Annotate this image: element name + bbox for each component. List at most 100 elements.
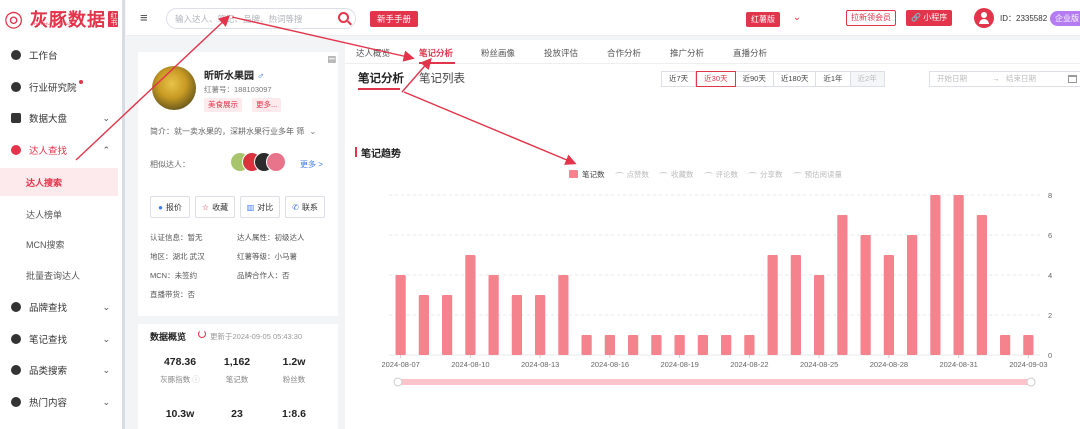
sidebar-item-data-dashboard[interactable]: 数据大盘 ⌄	[0, 103, 124, 133]
bar[interactable]	[581, 335, 592, 355]
search-icon[interactable]	[338, 12, 349, 23]
sidebar-item-industry-research[interactable]: 行业研究院	[0, 72, 124, 102]
bar[interactable]	[558, 275, 569, 355]
bar[interactable]	[465, 255, 476, 355]
bar[interactable]	[628, 335, 639, 355]
mini-program-button[interactable]: 🔗 小程序	[906, 10, 953, 26]
menu-toggle-icon[interactable]: ≡	[140, 11, 148, 24]
newbie-guide-button[interactable]: 新手手册	[370, 11, 419, 27]
global-search[interactable]	[166, 8, 356, 29]
bar[interactable]	[418, 295, 429, 355]
info-icon[interactable]: ⓘ	[192, 375, 200, 384]
chevron-down-icon[interactable]: ⌄	[309, 127, 316, 136]
influencer-intro[interactable]: 简介：就一卖水果的，深耕水果行业多年 筛 ⌄	[150, 126, 316, 137]
tab-promotion[interactable]: 推广分析	[670, 47, 704, 59]
sidebar-item-brand-search[interactable]: 品牌查找 ⌄	[0, 292, 124, 322]
tab-note-analysis[interactable]: 笔记分析	[419, 47, 453, 59]
range-7d[interactable]: 近7天	[661, 71, 697, 87]
range-30d[interactable]: 近30天	[696, 71, 736, 87]
bar[interactable]	[860, 235, 871, 355]
bar[interactable]	[837, 215, 848, 355]
sidebar-subitem-batch-query[interactable]: 批量查询达人	[0, 261, 118, 289]
tab-cooperation[interactable]: 合作分析	[607, 47, 641, 59]
tab-fans-profile[interactable]: 粉丝画像	[481, 47, 515, 59]
tab-delivery-eval[interactable]: 投放评估	[544, 47, 578, 59]
sidebar-item-note-search[interactable]: 笔记查找 ⌄	[0, 324, 124, 354]
legend-label: 预估阅读量	[804, 169, 843, 179]
bar[interactable]	[674, 335, 685, 355]
contact-button[interactable]: ✆ 联系	[285, 196, 325, 218]
bar[interactable]	[604, 335, 615, 355]
analysis-panel: 达人概览 笔记分析 粉丝画像 投放评估 合作分析 推广分析 直播分析 笔记分析 …	[345, 40, 1080, 429]
compare-button[interactable]: ▥ 对比	[240, 196, 280, 218]
start-date-input[interactable]: 开始日期	[937, 72, 967, 86]
bar[interactable]	[511, 295, 522, 355]
sidebar-item-hot-content[interactable]: 热门内容 ⌄	[0, 387, 124, 417]
end-date-input[interactable]: 结束日期	[1006, 72, 1036, 86]
sidebar-item-workbench[interactable]: 工作台	[0, 40, 124, 70]
bar[interactable]	[697, 335, 708, 355]
calendar-icon[interactable]	[1068, 75, 1077, 83]
bar[interactable]	[814, 275, 825, 355]
enterprise-badge[interactable]: 企业版	[1050, 11, 1080, 26]
legend-item-notes[interactable]: 笔记数	[569, 169, 605, 180]
date-range-picker[interactable]: 开始日期 → 结束日期	[929, 71, 1080, 87]
bar[interactable]	[442, 295, 453, 355]
bar[interactable]	[976, 215, 987, 355]
slider-handle[interactable]	[1026, 377, 1036, 387]
brand-icon	[11, 302, 21, 312]
influencer-avatar[interactable]	[152, 66, 196, 110]
bar[interactable]	[767, 255, 778, 355]
bar[interactable]	[744, 335, 755, 355]
range-1y[interactable]: 近1年	[816, 71, 851, 87]
sidebar-scrollbar[interactable]	[122, 0, 125, 429]
favorite-button[interactable]: ☆ 收藏	[195, 196, 235, 218]
sidebar-subitem-influencer-ranking[interactable]: 达人榜单	[0, 200, 118, 228]
tab-overview[interactable]: 达人概览	[356, 47, 390, 59]
subtab-note-analysis[interactable]: 笔记分析	[358, 70, 404, 86]
bar[interactable]	[953, 195, 964, 355]
legend-item-shares[interactable]: 分享数	[748, 169, 783, 180]
sidebar-subitem-influencer-search[interactable]: 达人搜索	[0, 168, 118, 196]
bar[interactable]	[395, 275, 406, 355]
chevron-down-icon[interactable]: ⌄	[788, 9, 806, 27]
bar[interactable]	[883, 255, 894, 355]
user-avatar[interactable]	[974, 8, 994, 28]
slider-handle[interactable]	[393, 377, 403, 387]
refresh-icon[interactable]	[198, 330, 206, 338]
range-90d[interactable]: 近90天	[735, 71, 774, 87]
logo[interactable]: ◎ 灰豚数据 红书	[4, 6, 118, 32]
bar[interactable]	[1000, 335, 1011, 355]
bar[interactable]	[790, 255, 801, 355]
sidebar-subitem-mcn-search[interactable]: MCN搜索	[0, 230, 118, 258]
sidebar-item-category-search[interactable]: 品类搜索 ⌄	[0, 355, 124, 385]
legend-item-likes[interactable]: 点赞数	[614, 169, 649, 180]
edition-button[interactable]: 红薯版	[746, 12, 780, 27]
bar[interactable]	[1023, 335, 1034, 355]
range-180d[interactable]: 近180天	[773, 71, 817, 87]
new-member-button[interactable]: 拉新领会员	[846, 10, 896, 26]
more-tags-link[interactable]: 更多...	[252, 98, 282, 112]
bar[interactable]	[535, 295, 546, 355]
bar[interactable]	[721, 335, 732, 355]
qr-code-icon[interactable]: ▤	[327, 54, 336, 65]
bar[interactable]	[488, 275, 499, 355]
bar[interactable]	[907, 235, 918, 355]
similar-avatar[interactable]	[266, 152, 286, 172]
zoom-slider[interactable]	[397, 379, 1032, 385]
bar[interactable]	[930, 195, 941, 355]
bar[interactable]	[651, 335, 662, 355]
range-2y[interactable]: 近2年	[850, 71, 885, 87]
similar-more-link[interactable]: 更多 >	[300, 159, 323, 170]
tab-live-analysis[interactable]: 直播分析	[733, 47, 767, 59]
legend-item-comments[interactable]: 评论数	[703, 169, 738, 180]
sidebar-item-influencer-search[interactable]: 达人查找 ⌃	[0, 135, 124, 165]
subtab-note-list[interactable]: 笔记列表	[419, 70, 465, 86]
legend-item-favorites[interactable]: 收藏数	[659, 169, 694, 180]
search-input[interactable]	[175, 12, 330, 26]
y-tick-label: 8	[1048, 191, 1052, 200]
stat-label-text: 灰豚指数	[160, 375, 191, 384]
legend-item-est-reads[interactable]: 预估阅读量	[792, 169, 843, 180]
quote-button[interactable]: ● 报价	[150, 196, 190, 218]
legend-label: 收藏数	[671, 169, 694, 179]
